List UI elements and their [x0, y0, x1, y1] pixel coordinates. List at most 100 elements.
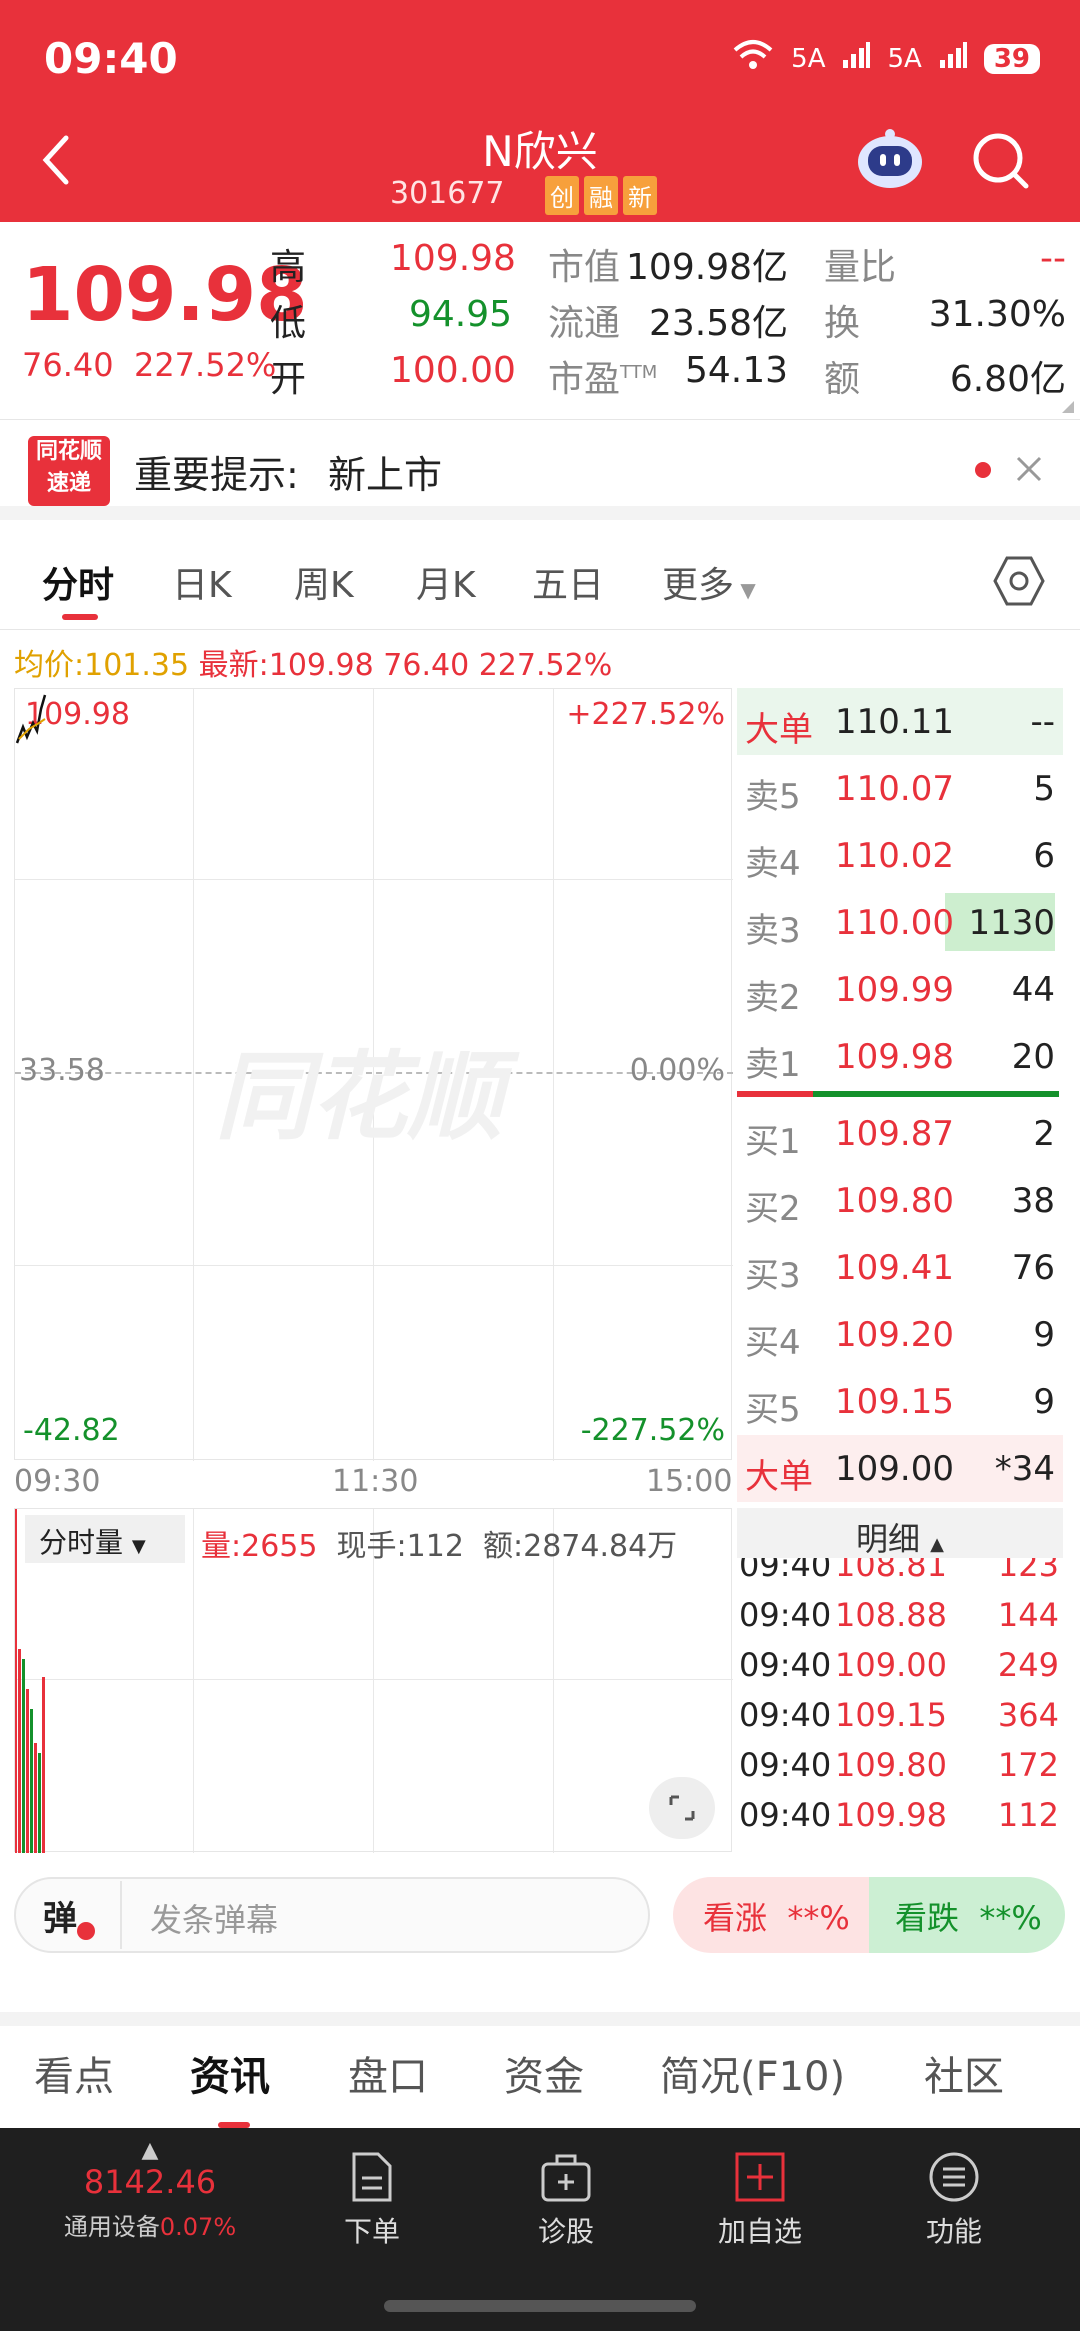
bid-label: 买3 [745, 1256, 801, 1296]
tab-weekly-k[interactable]: 周K [294, 556, 354, 608]
ask-row-5: 卖5 110.07 5 [737, 755, 1063, 822]
tick-vol: 172 [997, 1746, 1059, 1784]
menu-circle-icon [929, 2152, 979, 2202]
high-value: 109.98 [390, 238, 516, 279]
pct-axis-top: +227.52% [566, 697, 725, 732]
chevron-up-icon: ▲ [930, 1534, 945, 1555]
tab-five-day[interactable]: 五日 [532, 556, 604, 608]
big-sell-price: 110.11 [835, 702, 954, 742]
stock-code: 301677 [390, 176, 505, 211]
volume-type-label: 分时量 [39, 1526, 124, 1559]
pe-label-text: 市盈 [548, 359, 621, 400]
add-square-icon [735, 2152, 785, 2202]
ask-label: 卖3 [745, 911, 801, 951]
tick-price: 109.15 [835, 1696, 947, 1734]
grid-line [193, 1509, 194, 1853]
close-icon[interactable] [1014, 454, 1044, 488]
sector-index-value: 8142.46 [83, 2163, 217, 2201]
check-badge-icon [77, 1922, 95, 1940]
robot-assistant-icon[interactable] [856, 128, 924, 194]
ask-price: 110.07 [835, 769, 954, 809]
volume-bar [15, 1509, 17, 1853]
low-value: 94.95 [408, 294, 512, 335]
tab-more-label: 更多 [662, 565, 735, 606]
tag-rong: 融 [584, 176, 618, 215]
signal-bars-icon [841, 40, 871, 77]
volume-type-dropdown[interactable]: 分时量 ▼ [25, 1515, 185, 1563]
danmu-input-bar[interactable]: 弹 发条弹幕 [14, 1877, 650, 1953]
y-axis-mid: 33.58 [19, 1053, 105, 1088]
tab-community[interactable]: 社区 [924, 2044, 1004, 2102]
big-buy-vol: *34 [994, 1449, 1055, 1489]
amt-value: 2874.84万 [523, 1529, 678, 1564]
vol-value: 2655 [241, 1529, 318, 1564]
nav-add-watchlist-label: 加自选 [717, 2215, 802, 2248]
tick-row: 09:40 109.80 172 [739, 1746, 1061, 1784]
danmu-toggle-icon[interactable]: 弹 [18, 1881, 122, 1949]
ask-price: 110.00 [835, 903, 954, 943]
nav-add-watchlist[interactable]: 加自选 [690, 2150, 830, 2250]
bid-label: 买5 [745, 1390, 801, 1430]
big-sell-vol: -- [1030, 702, 1055, 742]
bullish-label: 看涨 [703, 1899, 768, 1937]
home-indicator [384, 2300, 696, 2312]
detail-toggle[interactable]: 明细 ▲ [737, 1508, 1063, 1558]
nav-diagnosis[interactable]: 诊股 [496, 2150, 636, 2250]
current-price: 109.98 [22, 252, 308, 338]
big-buy-price: 109.00 [835, 1449, 954, 1489]
ask-vol: 5 [1033, 769, 1055, 809]
pct-axis-mid: 0.00% [629, 1053, 725, 1088]
sector-index[interactable]: ▲ 8142.46 通用设备0.07% [40, 2138, 260, 2242]
tab-monthly-k[interactable]: 月K [416, 556, 476, 608]
bid-vol: 9 [1033, 1382, 1055, 1422]
signal-label-1: 5A [791, 43, 826, 74]
notice-label: 重要提示: [134, 453, 299, 497]
logo-bottom-text: 速递 [46, 471, 91, 496]
bearish-button[interactable]: 看跌 **% [869, 1877, 1065, 1953]
tonghuashun-express-logo: 同花顺 速递 [28, 436, 110, 506]
tick-vol: 112 [997, 1796, 1059, 1834]
tab-highlights[interactable]: 看点 [34, 2044, 114, 2102]
search-icon[interactable] [970, 130, 1032, 196]
grid-line [553, 689, 554, 1461]
tab-capital[interactable]: 资金 [504, 2044, 584, 2102]
tick-vol: 123 [997, 1558, 1059, 1584]
hand-value: 112 [406, 1529, 464, 1564]
expand-corner-icon[interactable] [1062, 401, 1074, 413]
volume-ratio-value: -- [1040, 238, 1066, 279]
price-chart[interactable]: 同花顺 109.98 33.58 -42.82 +227.52% 0.00% -… [14, 688, 733, 1461]
bid-price: 109.87 [835, 1114, 954, 1154]
grid-line [15, 879, 733, 880]
bid-vol: 38 [1011, 1181, 1055, 1221]
tab-news[interactable]: 资讯 [190, 2044, 270, 2102]
nav-functions[interactable]: 功能 [884, 2150, 1024, 2250]
tab-daily-k[interactable]: 日K [172, 556, 232, 608]
sentiment-vote: 看涨 **% 看跌 **% [673, 1877, 1065, 1953]
tab-order-book[interactable]: 盘口 [348, 2044, 428, 2102]
volume-chart[interactable]: 分时量 ▼ 量:2655 现手:112 额:2874.84万 [14, 1508, 733, 1853]
chevron-down-icon: ▼ [734, 578, 756, 602]
tick-row: 09:40 108.88 144 [739, 1596, 1061, 1634]
fullscreen-icon[interactable] [649, 1777, 715, 1839]
tick-vol: 144 [997, 1596, 1059, 1634]
volume-bar [42, 1677, 45, 1853]
bullish-button[interactable]: 看涨 **% [673, 1877, 873, 1953]
volume-bar [22, 1659, 25, 1853]
nav-order[interactable]: 下单 [302, 2150, 442, 2250]
tick-row: 09:40 109.98 112 [739, 1796, 1061, 1834]
active-tab-indicator [62, 614, 98, 620]
signal-label-2: 5A [887, 43, 922, 74]
ask-row-3: 卖3 110.00 1130 [737, 889, 1063, 956]
chart-period-tabs: 分时 日K 周K 月K 五日 更多 ▼ [0, 534, 1080, 630]
settings-hexagon-icon[interactable] [992, 554, 1046, 617]
notice-bar[interactable]: 同花顺 速递 重要提示: 新上市 [0, 420, 1080, 520]
trade-ticks[interactable]: 09:40 108.81 123 09:40 108.88 144 09:40 109.0… [737, 1558, 1063, 1852]
volume-bar [34, 1743, 37, 1853]
tab-profile-f10[interactable]: 简况(F10) [660, 2044, 845, 2102]
tick-row: 09:40 109.00 249 [739, 1646, 1061, 1684]
sector-pct: 0.07% [159, 2213, 237, 2241]
tab-more[interactable]: 更多 ▼ [662, 556, 756, 608]
tab-intraday[interactable]: 分时 [42, 556, 114, 608]
mcap-label: 市值 [548, 247, 621, 288]
ask-price: 109.98 [835, 1037, 954, 1077]
